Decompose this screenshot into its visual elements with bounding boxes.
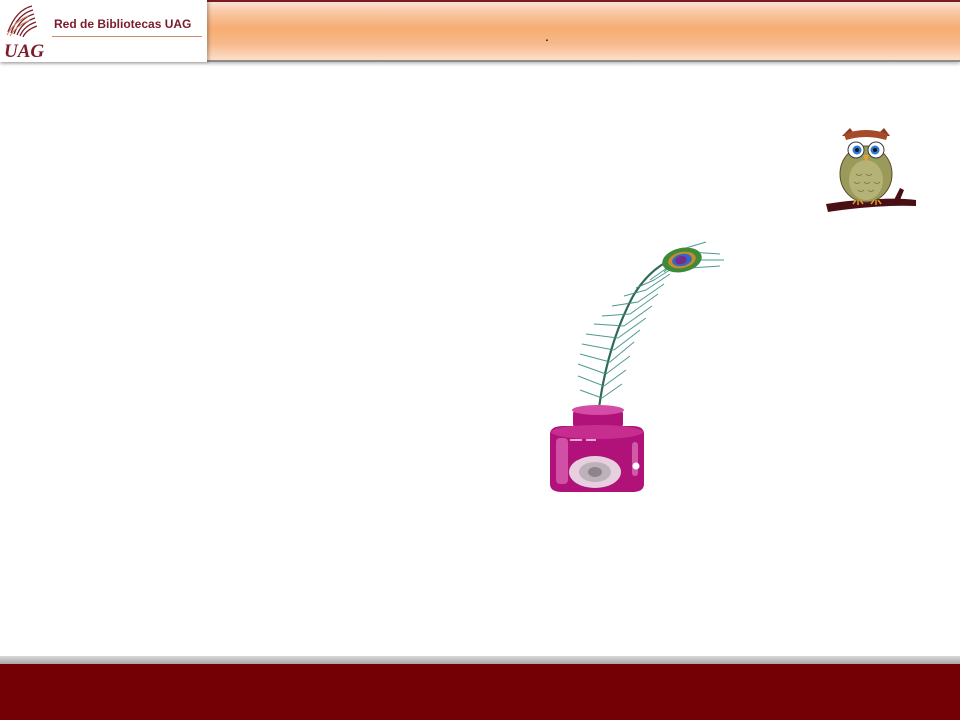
brand-logo-panel: UAG Red de Bibliotecas UAG bbox=[0, 0, 207, 62]
brand-title: Red de Bibliotecas UAG bbox=[54, 17, 192, 31]
owl-illustration bbox=[826, 128, 916, 212]
svg-text:UAG: UAG bbox=[4, 41, 44, 60]
uag-logo-icon: UAG bbox=[4, 5, 44, 60]
slide-header: UAG Red de Bibliotecas UAG . bbox=[0, 0, 960, 62]
brand-underline bbox=[52, 36, 202, 37]
slide-title: . bbox=[545, 28, 549, 44]
inkwell-feather-illustration bbox=[550, 241, 724, 492]
slide-footer-band bbox=[0, 664, 960, 720]
